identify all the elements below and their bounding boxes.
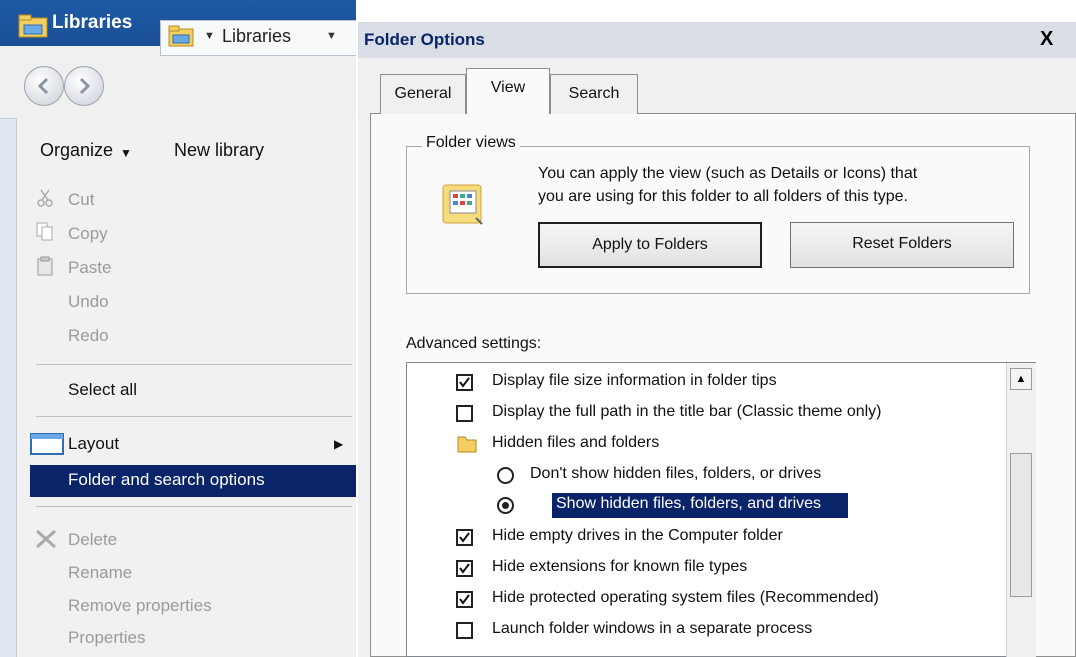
layout-icon — [30, 433, 64, 455]
checkbox-hide-extensions[interactable] — [456, 560, 473, 577]
folder-views-icon — [442, 184, 483, 225]
paste-icon — [37, 256, 53, 276]
back-button[interactable] — [24, 66, 64, 106]
checkbox-separate-process[interactable] — [456, 622, 473, 639]
breadcrumb-libraries[interactable]: Libraries — [222, 26, 291, 47]
menu-separator — [36, 506, 352, 507]
explorer-title: Libraries — [52, 12, 133, 33]
libraries-icon — [18, 14, 48, 38]
checkbox-file-size-info[interactable] — [456, 374, 473, 391]
checkbox-full-path[interactable] — [456, 405, 473, 422]
checkmark-icon — [459, 594, 470, 605]
organize-menu — [16, 118, 356, 657]
reset-folders-button[interactable]: Reset Folders — [790, 222, 1014, 268]
menu-undo[interactable]: Undo — [68, 292, 109, 312]
delete-icon — [36, 529, 56, 549]
forward-arrow-icon — [79, 77, 91, 95]
dialog-title: Folder Options — [364, 30, 485, 49]
navigation-bar — [0, 46, 356, 119]
menu-properties[interactable]: Properties — [68, 628, 145, 648]
menu-layout[interactable]: Layout — [68, 434, 119, 454]
tab-view[interactable]: View — [466, 68, 550, 114]
menu-redo[interactable]: Redo — [68, 326, 109, 346]
chevron-down-icon[interactable]: ▼ — [120, 146, 132, 160]
menu-separator — [36, 364, 352, 365]
setting-label: Don't show hidden files, folders, or dri… — [530, 465, 822, 482]
checkmark-icon — [459, 377, 470, 388]
folder-views-legend: Folder views — [422, 134, 520, 152]
menu-select-all[interactable]: Select all — [68, 380, 137, 400]
menu-paste[interactable]: Paste — [68, 258, 111, 278]
tab-search[interactable]: Search — [550, 74, 638, 114]
radio-show-hidden[interactable] — [497, 497, 514, 514]
menu-cut[interactable]: Cut — [68, 190, 94, 210]
radio-dont-show-hidden[interactable] — [497, 467, 514, 484]
libraries-folder-icon — [168, 25, 194, 47]
menu-folder-search-options[interactable]: Folder and search options — [68, 470, 265, 490]
breadcrumb-chevron-icon[interactable]: ▼ — [204, 30, 215, 42]
menu-delete[interactable]: Delete — [68, 530, 117, 550]
checkmark-icon — [459, 532, 470, 543]
checkmark-icon — [459, 563, 470, 574]
scissors-icon — [37, 189, 53, 207]
advanced-settings-label: Advanced settings: — [406, 335, 542, 352]
address-dropdown-icon[interactable]: ▼ — [326, 30, 337, 42]
checkbox-hide-empty-drives[interactable] — [456, 529, 473, 546]
checkbox-hide-protected-files[interactable] — [456, 591, 473, 608]
explorer-window: Libraries ▼ Libraries ▼ Organize ▼ New l… — [0, 0, 356, 657]
menu-remove-properties[interactable]: Remove properties — [68, 596, 212, 616]
forward-button[interactable] — [64, 66, 104, 106]
setting-label: Hide empty drives in the Computer folder — [492, 527, 783, 544]
submenu-arrow-icon: ▶ — [334, 437, 344, 451]
tab-general[interactable]: General — [380, 74, 466, 114]
setting-label: Hide protected operating system files (R… — [492, 589, 879, 606]
folder-icon — [457, 436, 477, 453]
setting-label: Launch folder windows in a separate proc… — [492, 620, 813, 637]
setting-label-selected: Show hidden files, folders, and drives — [556, 495, 822, 512]
organize-button[interactable]: Organize — [40, 140, 113, 161]
close-icon[interactable]: X — [1040, 28, 1053, 51]
copy-icon — [36, 222, 53, 241]
scrollbar-thumb[interactable] — [1010, 453, 1032, 597]
scroll-up-arrow-icon[interactable]: ▲ — [1010, 368, 1032, 390]
folder-views-description-line1: You can apply the view (such as Details … — [538, 165, 918, 182]
setting-label: Hide extensions for known file types — [492, 558, 748, 575]
menu-rename[interactable]: Rename — [68, 563, 132, 583]
apply-to-folders-button[interactable]: Apply to Folders — [538, 222, 762, 268]
folder-views-description-line2: you are using for this folder to all fol… — [538, 188, 908, 205]
menu-separator — [36, 416, 352, 417]
back-arrow-icon — [37, 77, 49, 95]
setting-label: Display file size information in folder … — [492, 372, 777, 389]
setting-label: Display the full path in the title bar (… — [492, 403, 882, 420]
setting-group-label: Hidden files and folders — [492, 434, 660, 451]
menu-copy[interactable]: Copy — [68, 224, 108, 244]
new-library-button[interactable]: New library — [174, 140, 264, 161]
dialog-title-bar: Folder Options X — [358, 22, 1076, 58]
